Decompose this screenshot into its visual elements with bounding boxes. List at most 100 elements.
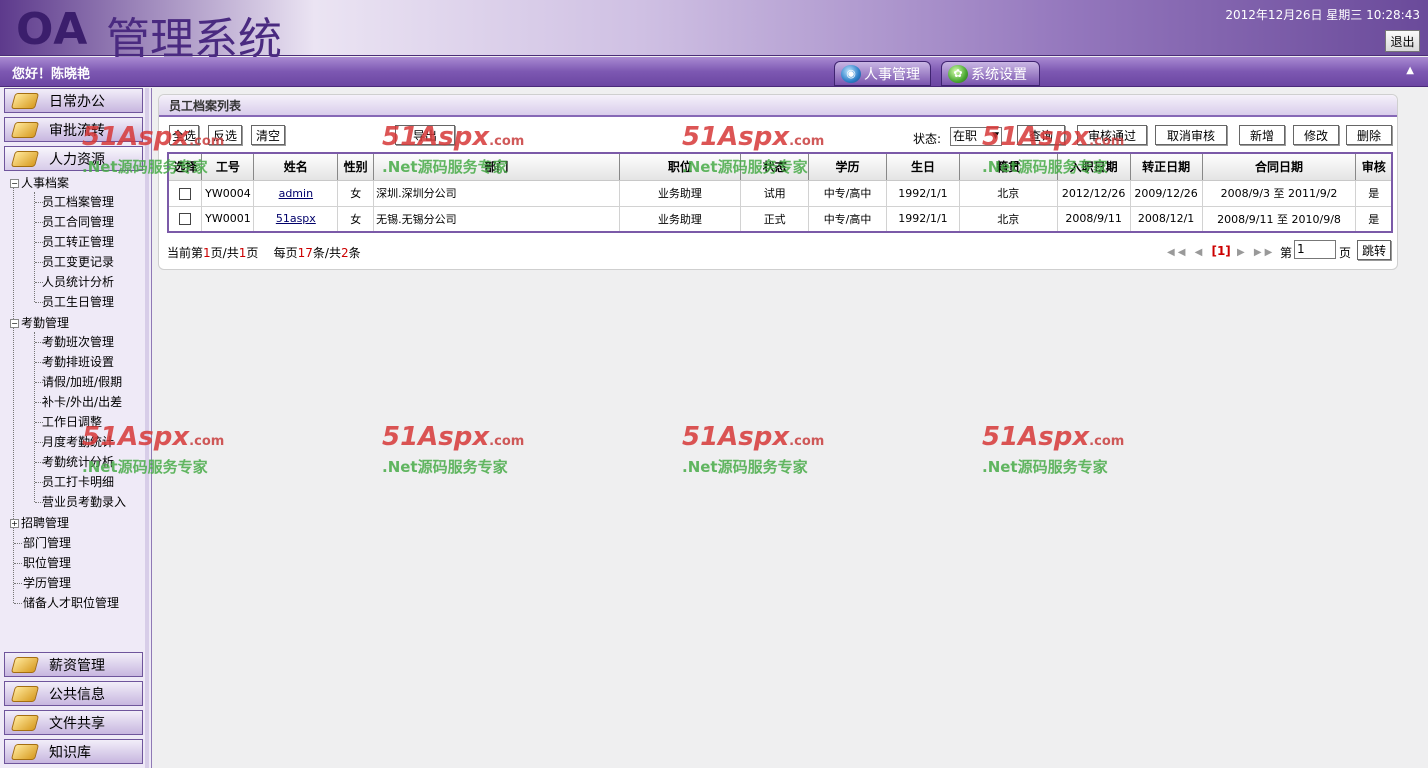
edit-button[interactable]: 修改: [1293, 125, 1339, 145]
cell-native: 北京: [958, 179, 1058, 207]
delete-button[interactable]: 删除: [1346, 125, 1392, 145]
tree-item-leave[interactable]: 请假/加班/假期: [42, 373, 122, 391]
table-row[interactable]: YW0004 admin 女 深圳.深圳分公司 业务助理 试用 中专/高中 19…: [167, 179, 1393, 207]
tree-node-recruit[interactable]: + 招聘管理: [10, 514, 69, 532]
first-page-icon[interactable]: ◀◀: [1167, 247, 1188, 258]
sidebar-btn-file-share[interactable]: 文件共享: [4, 710, 143, 735]
row-checkbox-cell: [167, 179, 203, 207]
person-icon: [10, 150, 40, 167]
tab-system-settings[interactable]: ✿ 系统设置: [941, 61, 1040, 86]
col-header-id[interactable]: 工号: [201, 152, 255, 181]
total-records: 2: [340, 246, 349, 260]
row-checkbox[interactable]: [179, 187, 192, 200]
approve-button[interactable]: 审核通过: [1077, 125, 1147, 145]
cell-gender: 女: [337, 205, 375, 233]
cell-audit: 是: [1355, 179, 1393, 207]
sidebar-btn-label: 日常办公: [49, 93, 105, 110]
col-header-name[interactable]: 姓名: [253, 152, 339, 181]
col-header-audit[interactable]: 审核: [1355, 152, 1393, 181]
cell-position: 业务助理: [618, 205, 742, 233]
tab-hr-management[interactable]: ◉ 人事管理: [834, 61, 931, 86]
table-header-row: 选择 工号 姓名 性别 部门 职位 状态 学历 生日 籍贯 入职日期 转正日期 …: [167, 152, 1393, 181]
employee-table: 选择 工号 姓名 性别 部门 职位 状态 学历 生日 籍贯 入职日期 转正日期 …: [167, 152, 1393, 233]
pager-info: 当前第1页/共1页 每页17条/共2条: [167, 246, 361, 260]
col-header-dept[interactable]: 部门: [373, 152, 620, 181]
export-button[interactable]: 导出: [395, 125, 455, 145]
sidebar-btn-daily-office[interactable]: 日常办公: [4, 88, 143, 113]
welcome-text: 您好！陈晓艳: [12, 67, 91, 82]
prev-page-icon[interactable]: ◀: [1195, 247, 1206, 258]
next-page-icon[interactable]: ▶: [1237, 247, 1248, 258]
cancel-approve-button[interactable]: 取消审核: [1155, 125, 1227, 145]
current-page: 1: [203, 246, 211, 260]
tree-item-trip[interactable]: 补卡/外出/出差: [42, 393, 122, 411]
sidebar-btn-knowledge[interactable]: 知识库: [4, 739, 143, 764]
collapse-icon[interactable]: −: [10, 319, 19, 328]
row-checkbox[interactable]: [179, 213, 192, 226]
tree-item-position[interactable]: 职位管理: [23, 554, 71, 572]
last-page-icon[interactable]: ▶▶: [1254, 247, 1275, 258]
current-page-link[interactable]: [1]: [1211, 244, 1230, 258]
chevron-down-icon: ▼: [992, 131, 999, 141]
sidebar-btn-public-info[interactable]: 公共信息: [4, 681, 143, 706]
col-header-birthday[interactable]: 生日: [886, 152, 960, 181]
tree-item-employee-regular[interactable]: 员工转正管理: [42, 233, 114, 251]
tree-item-schedule[interactable]: 考勤排班设置: [42, 353, 114, 371]
tree-item-employee-archive[interactable]: 员工档案管理: [42, 193, 114, 211]
expand-icon[interactable]: +: [10, 519, 19, 528]
logout-button[interactable]: 退出: [1385, 30, 1420, 52]
col-header-status[interactable]: 状态: [740, 152, 810, 181]
cell-education: 中专/高中: [808, 205, 887, 233]
employee-name-link[interactable]: 51aspx: [276, 212, 316, 225]
cell-status: 试用: [740, 179, 810, 207]
tree-item-department[interactable]: 部门管理: [23, 534, 71, 552]
col-header-hire-date[interactable]: 入职日期: [1056, 152, 1131, 181]
sidebar-btn-label: 文件共享: [49, 715, 105, 732]
clear-button[interactable]: 清空: [251, 125, 285, 145]
page-number-input[interactable]: 1: [1294, 240, 1336, 259]
tree-item-staff-stats[interactable]: 人员统计分析: [42, 273, 114, 291]
employee-name-link[interactable]: admin: [279, 187, 313, 200]
sidebar-btn-salary[interactable]: 薪资管理: [4, 652, 143, 677]
tree-item-attendance-analysis[interactable]: 考勤统计分析: [42, 453, 114, 471]
jump-button[interactable]: 跳转: [1357, 240, 1391, 260]
tree-item-shift[interactable]: 考勤班次管理: [42, 333, 114, 351]
tree-item-education[interactable]: 学历管理: [23, 574, 71, 592]
tree-item-employee-contract[interactable]: 员工合同管理: [42, 213, 114, 231]
add-button[interactable]: 新增: [1239, 125, 1285, 145]
tree-node-hr-archive[interactable]: − 人事档案: [10, 174, 69, 192]
sidebar-btn-hr[interactable]: 人力资源: [4, 146, 143, 171]
gear-icon: ✿: [948, 64, 968, 83]
invert-selection-button[interactable]: 反选: [208, 125, 242, 145]
collapse-up-icon[interactable]: ▲: [1406, 65, 1414, 76]
per-page: 17: [297, 246, 313, 260]
tab-label: 系统设置: [971, 66, 1027, 83]
globe-icon: ◉: [841, 64, 861, 83]
sidebar-btn-approval[interactable]: 审批流转: [4, 117, 143, 142]
col-header-gender[interactable]: 性别: [337, 152, 375, 181]
status-select[interactable]: 在职 ▼: [950, 127, 1002, 146]
tree-node-attendance[interactable]: − 考勤管理: [10, 314, 69, 332]
select-all-button[interactable]: 全选: [169, 125, 199, 145]
tree-item-punch-detail[interactable]: 员工打卡明细: [42, 473, 114, 491]
col-header-contract-date[interactable]: 合同日期: [1201, 152, 1357, 181]
tree-item-birthday[interactable]: 员工生日管理: [42, 293, 114, 311]
cell-dept: 深圳.深圳分公司: [373, 179, 620, 207]
query-button[interactable]: 查询: [1017, 125, 1065, 145]
cell-id: YW0001: [201, 205, 255, 233]
sidebar-btn-label: 人力资源: [49, 151, 105, 168]
col-header-position[interactable]: 职位: [618, 152, 742, 181]
tree-item-talent-reserve[interactable]: 储备人才职位管理: [23, 594, 119, 612]
sidebar: 日常办公 审批流转 人力资源 − 人事档案 员工档案管理 员工合同管理 员工转正管…: [0, 88, 152, 768]
tree-item-employee-change[interactable]: 员工变更记录: [42, 253, 114, 271]
collapse-icon[interactable]: −: [10, 179, 19, 188]
col-header-native[interactable]: 籍贯: [958, 152, 1058, 181]
col-header-education[interactable]: 学历: [808, 152, 887, 181]
table-row[interactable]: YW0001 51aspx 女 无锡.无锡分公司 业务助理 正式 中专/高中 1…: [167, 205, 1393, 233]
cell-status: 正式: [740, 205, 810, 233]
cell-audit: 是: [1355, 205, 1393, 233]
col-header-regular-date[interactable]: 转正日期: [1129, 152, 1203, 181]
tree-item-monthly-stats[interactable]: 月度考勤统计: [42, 433, 114, 451]
tree-item-clerk-attendance[interactable]: 营业员考勤录入: [42, 493, 126, 511]
tree-item-workday[interactable]: 工作日调整: [42, 413, 102, 431]
